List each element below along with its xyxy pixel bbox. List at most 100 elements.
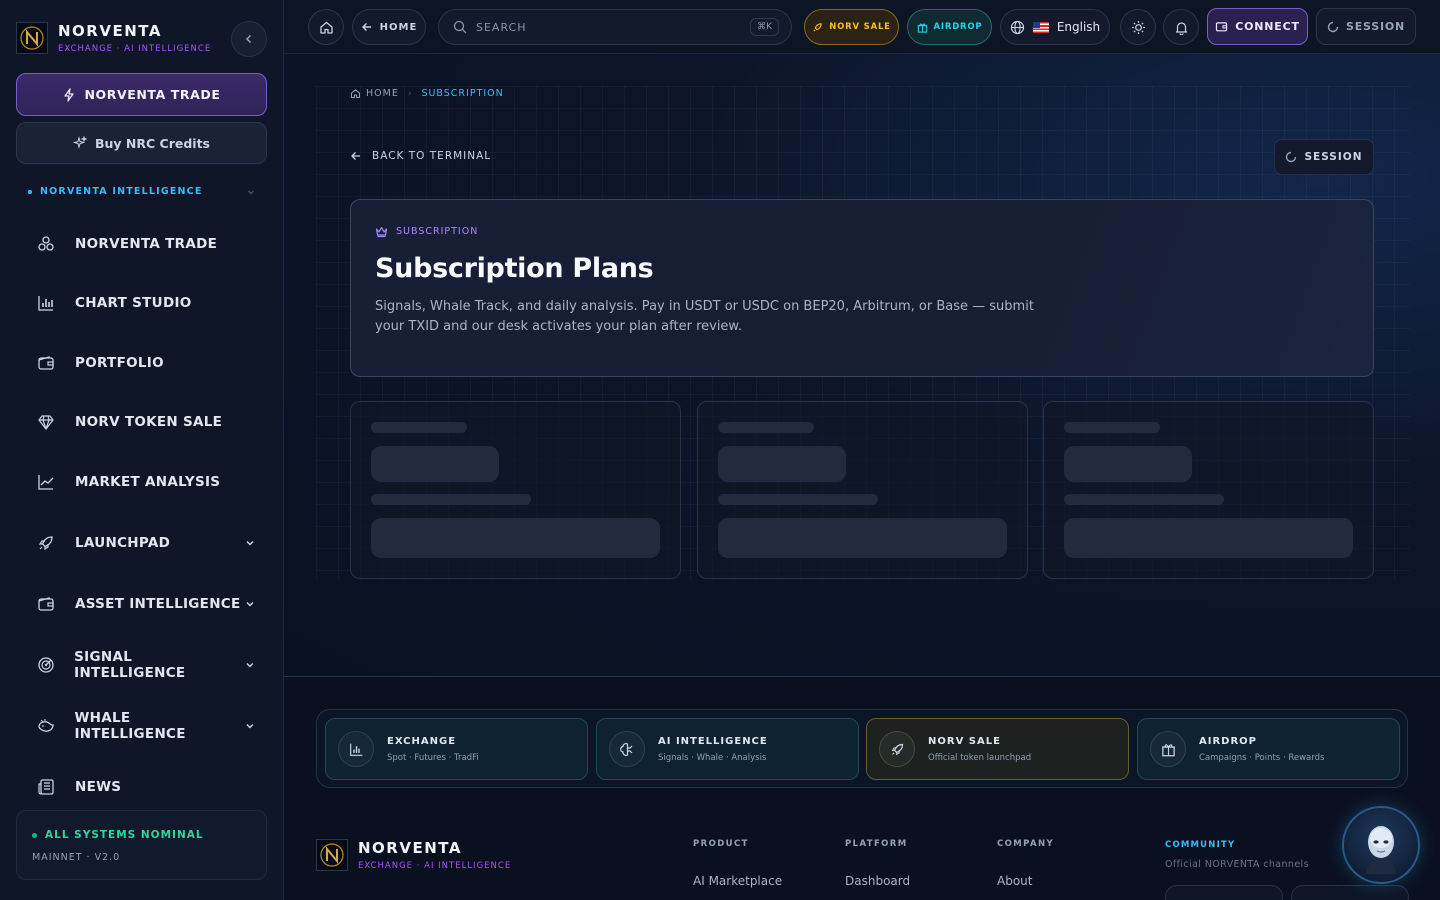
quick-link-exchange[interactable]: EXCHANGE Spot · Futures · TradFi (325, 718, 588, 780)
sidebar-section-toggle[interactable]: NORVENTA INTELLIGENCE (28, 186, 256, 197)
footer-brand[interactable]: NORVENTA EXCHANGE · AI INTELLIGENCE (316, 839, 511, 871)
quick-link-ai-intelligence[interactable]: AI INTELLIGENCE Signals · Whale · Analysi… (596, 718, 859, 780)
search-placeholder: SEARCH (476, 20, 527, 34)
norv-sale-label: NORV SALE (829, 22, 891, 32)
sidebar-item-portfolio[interactable]: PORTFOLIO (28, 343, 260, 383)
sidebar-item-label: ASSET INTELLIGENCE (75, 596, 241, 612)
back-home-button[interactable]: HOME (352, 9, 426, 45)
chevron-down-icon (246, 540, 254, 546)
language-selector[interactable]: English (1000, 9, 1110, 45)
back-to-terminal-label: BACK TO TERMINAL (372, 150, 492, 162)
loading-spinner-icon (1327, 21, 1339, 32)
breadcrumb: HOME › SUBSCRIPTION (350, 88, 504, 99)
system-status-label: ALL SYSTEMS NOMINAL (45, 829, 204, 841)
theme-toggle[interactable] (1120, 9, 1156, 45)
status-dot (32, 832, 37, 838)
globe-icon (1010, 20, 1024, 34)
search-input[interactable]: SEARCH ⌘K (438, 9, 792, 45)
loading-spinner-icon (1286, 151, 1297, 163)
quick-link-title: AIRDROP (1199, 735, 1257, 747)
ai-assistant-avatar[interactable] (1342, 806, 1420, 884)
us-flag-icon (1032, 21, 1049, 33)
home-icon (350, 89, 361, 99)
connect-wallet-button[interactable]: CONNECT (1207, 8, 1308, 45)
topbar: HOME SEARCH ⌘K NORV SALE AIRDROP English… (284, 0, 1440, 54)
sidebar-item-norv-token-sale[interactable]: NORV TOKEN SALE (28, 402, 260, 442)
sidebar-item-chart-studio[interactable]: CHART STUDIO (28, 283, 260, 323)
footer-brand-tagline: EXCHANGE · AI INTELLIGENCE (358, 861, 512, 871)
brand[interactable]: NORVENTA EXCHANGE · AI INTELLIGENCE (16, 22, 211, 54)
subscription-hero-card: SUBSCRIPTION Subscription Plans Signals,… (350, 199, 1374, 377)
breadcrumb-current: SUBSCRIPTION (421, 88, 504, 99)
home-button[interactable] (308, 9, 344, 45)
back-to-terminal-link[interactable]: BACK TO TERMINAL (350, 150, 491, 162)
airdrop-label: AIRDROP (933, 22, 983, 32)
community-subtitle: Official NORVENTA channels (1165, 859, 1309, 870)
sidebar-item-launchpad[interactable]: LAUNCHPAD (28, 523, 260, 563)
norv-sale-button[interactable]: NORV SALE (804, 9, 899, 45)
home-icon (319, 21, 333, 34)
sidebar-item-asset-intelligence[interactable]: ASSET INTELLIGENCE (28, 584, 260, 624)
plan-card-skeleton (1043, 401, 1374, 579)
plan-card-skeleton (697, 401, 1028, 579)
plan-card-skeleton (350, 401, 681, 579)
rocket-icon (813, 22, 822, 32)
quick-link-title: AI INTELLIGENCE (658, 735, 768, 747)
bell-icon (1175, 21, 1187, 35)
sidebar-item-label: MARKET ANALYSIS (75, 474, 221, 490)
sidebar-item-label: LAUNCHPAD (75, 535, 171, 551)
community-link[interactable] (1165, 885, 1283, 900)
back-home-label: HOME (379, 21, 418, 33)
chevron-left-icon (245, 34, 252, 44)
sidebar-item-label: CHART STUDIO (75, 295, 192, 311)
robot-face-icon (1366, 826, 1396, 874)
buy-credits-button[interactable]: Buy NRC Credits (16, 122, 267, 164)
collapse-sidebar-button[interactable] (231, 21, 267, 57)
notifications-button[interactable] (1163, 9, 1199, 45)
community-link[interactable] (1291, 885, 1409, 900)
quick-link-norv-sale[interactable]: NORV SALE Official token launchpad (866, 718, 1129, 780)
footer-column-title: PLATFORM (845, 839, 908, 849)
quick-links-bar: EXCHANGE Spot · Futures · TradFi AI INTEL… (316, 709, 1408, 788)
session-button[interactable]: SESSION (1316, 8, 1416, 45)
rocket-icon (28, 525, 64, 561)
breadcrumb-home-label: HOME (366, 88, 399, 99)
sparkles-icon (72, 136, 87, 149)
system-status-card: ALL SYSTEMS NOMINAL MAINNET · V2.0 (16, 810, 267, 880)
lightning-icon (64, 87, 75, 102)
norventa-logo (16, 22, 48, 54)
page-title: Subscription Plans (375, 253, 654, 284)
footer: EXCHANGE Spot · Futures · TradFi AI INTEL… (284, 676, 1440, 900)
arrow-left-icon (351, 152, 360, 160)
section-tag: SUBSCRIPTION (375, 225, 478, 238)
sidebar-item-whale-intelligence[interactable]: WHALE INTELLIGENCE (28, 706, 260, 746)
gift-icon (1150, 731, 1186, 767)
sidebar-item-norventa-trade[interactable]: NORVENTA TRADE (28, 224, 260, 264)
quick-link-title: NORV SALE (928, 735, 1001, 747)
chevron-down-icon (246, 601, 254, 607)
breadcrumb-home[interactable]: HOME (350, 88, 399, 99)
sidebar-item-label: NORVENTA TRADE (75, 236, 218, 252)
sidebar-item-news[interactable]: NEWS (28, 767, 260, 807)
footer-brand-name: NORVENTA (358, 839, 462, 857)
nodes-icon (28, 226, 64, 262)
norventa-trade-button[interactable]: NORVENTA TRADE (16, 73, 267, 116)
footer-link[interactable]: About (997, 874, 1032, 888)
footer-link[interactable]: Dashboard (845, 874, 910, 888)
sidebar-item-market-analysis[interactable]: MARKET ANALYSIS (28, 462, 260, 502)
footer-link[interactable]: AI Marketplace (693, 874, 782, 888)
quick-link-airdrop[interactable]: AIRDROP Campaigns · Points · Rewards (1137, 718, 1400, 780)
radar-icon (28, 647, 63, 683)
page-description: Signals, Whale Track, and daily analysis… (375, 299, 1034, 334)
breadcrumb-separator: › (407, 88, 413, 99)
airdrop-button[interactable]: AIRDROP (907, 9, 992, 45)
sidebar-item-signal-intelligence[interactable]: SIGNAL INTELLIGENCE (28, 645, 260, 685)
session-status-button[interactable]: SESSION (1274, 139, 1374, 175)
section-tag-label: SUBSCRIPTION (396, 226, 479, 237)
chevron-down-icon (246, 723, 254, 729)
brand-tagline: EXCHANGE · AI INTELLIGENCE (58, 44, 212, 54)
gift-icon (917, 23, 927, 33)
quick-link-sub: Campaigns · Points · Rewards (1199, 752, 1325, 763)
sun-icon (1131, 20, 1145, 34)
search-icon (453, 20, 467, 34)
